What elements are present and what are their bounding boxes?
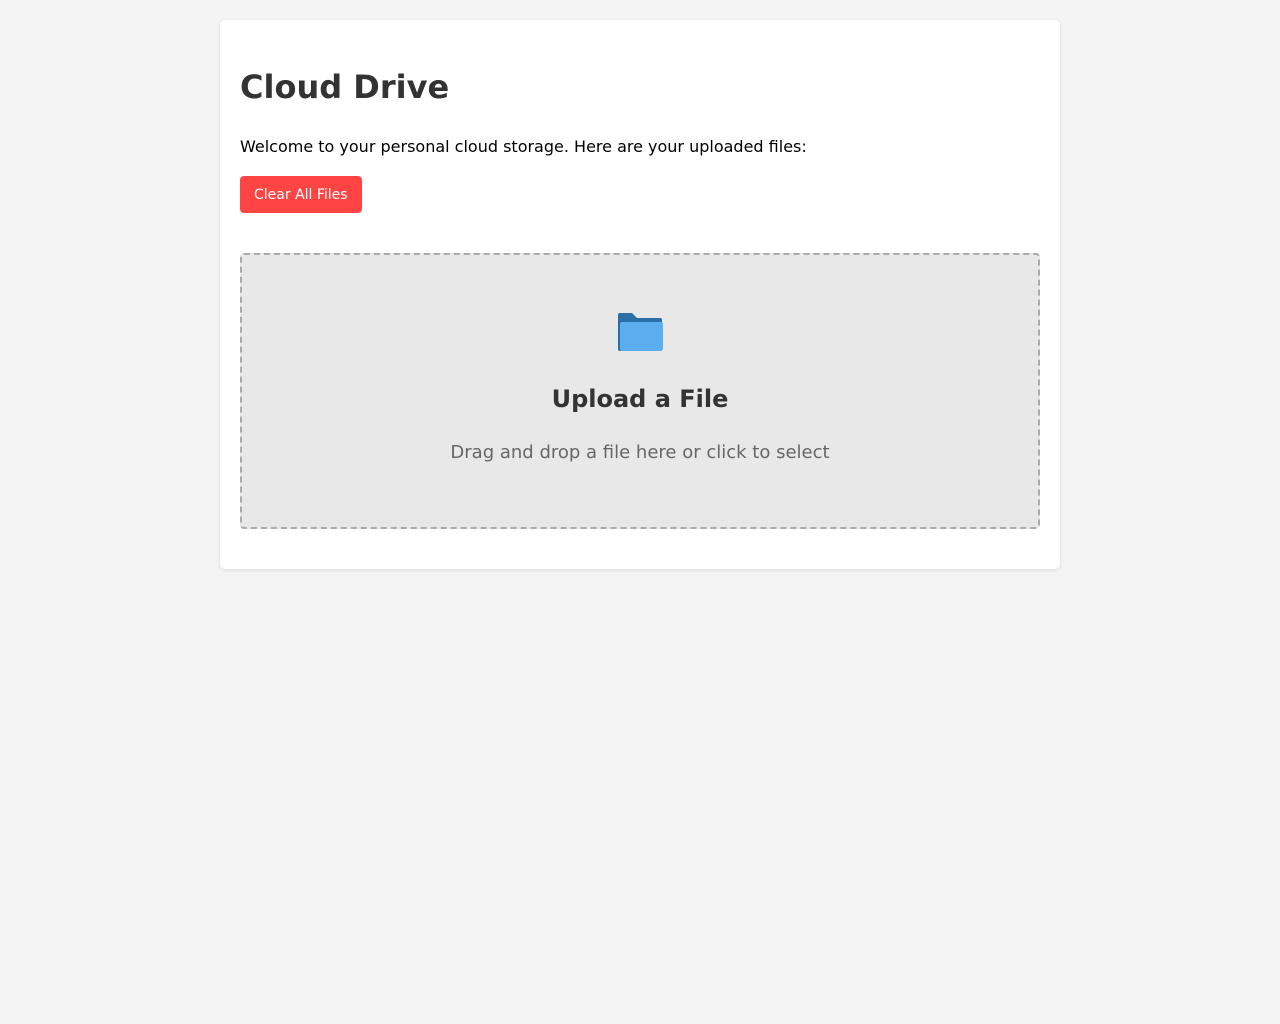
upload-title: Upload a File — [551, 385, 729, 413]
main-card: Cloud Drive Welcome to your personal clo… — [220, 20, 1060, 569]
welcome-text: Welcome to your personal cloud storage. … — [240, 137, 807, 156]
upload-hint: Drag and drop a file here or click to se… — [450, 442, 830, 463]
folder-icon — [616, 311, 664, 353]
upload-dropzone[interactable]: Upload a File Drag and drop a file here … — [240, 253, 1040, 529]
clear-all-files-button[interactable]: Clear All Files — [240, 176, 362, 213]
page-title: Cloud Drive — [240, 68, 450, 106]
